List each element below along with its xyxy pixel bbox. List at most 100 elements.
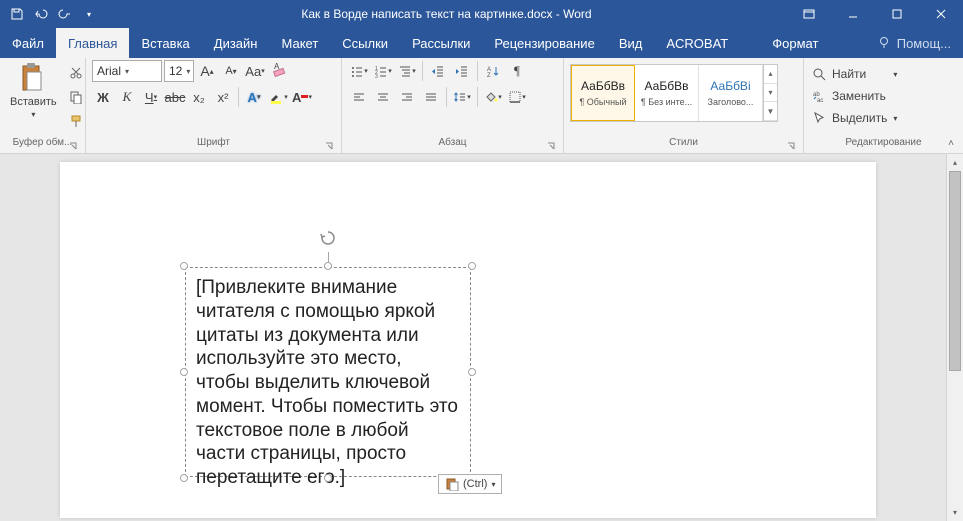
paragraph-dialog-launcher[interactable]: [545, 141, 557, 153]
borders-button[interactable]: ▾: [506, 86, 528, 108]
bold-button[interactable]: Ж: [92, 86, 114, 108]
scroll-track[interactable]: [947, 171, 963, 504]
resize-handle-bm[interactable]: [324, 474, 332, 482]
style-heading1[interactable]: АаБбВі Заголово...: [699, 65, 763, 121]
brush-icon: [69, 114, 83, 128]
styles-scroll-down[interactable]: ▾: [764, 84, 777, 103]
styles-dialog-launcher[interactable]: [785, 141, 797, 153]
tab-home[interactable]: Главная: [56, 28, 129, 58]
ribbon-display-button[interactable]: [787, 0, 831, 28]
font-name-combo[interactable]: Arial▾: [92, 60, 162, 82]
replace-button[interactable]: abac Заменить: [810, 86, 899, 106]
tab-insert[interactable]: Вставка: [129, 28, 201, 58]
align-center-button[interactable]: [372, 86, 394, 108]
resize-handle-mr[interactable]: [468, 368, 476, 376]
font-dialog-launcher[interactable]: [323, 141, 335, 153]
group-clipboard: Вставить ▾ Буфер обм...: [0, 58, 86, 153]
ribbon-tabs: Файл Главная Вставка Дизайн Макет Ссылки…: [0, 28, 963, 58]
tab-mailings[interactable]: Рассылки: [400, 28, 482, 58]
styles-label: Стили: [669, 137, 698, 148]
grow-font-button[interactable]: A▴: [196, 60, 218, 82]
group-editing: Найти▾ abac Заменить Выделить▾ Редактиро…: [804, 58, 963, 153]
tab-references[interactable]: Ссылки: [330, 28, 400, 58]
clipboard-label: Буфер обм...: [13, 137, 73, 148]
tab-layout[interactable]: Макет: [269, 28, 330, 58]
svg-text:3: 3: [375, 74, 378, 78]
underline-button[interactable]: Ч▾: [140, 86, 162, 108]
text-box[interactable]: [Привлеките внимание читателя с помощью …: [185, 267, 471, 477]
tab-format[interactable]: Формат: [760, 28, 830, 58]
font-size-combo[interactable]: 12▾: [164, 60, 194, 82]
text-box-content[interactable]: [Привлеките внимание читателя с помощью …: [185, 267, 471, 477]
text-effects-button[interactable]: A▾: [243, 86, 265, 108]
multilevel-button[interactable]: ▾: [396, 60, 418, 82]
svg-text:Z: Z: [487, 73, 491, 78]
replace-icon: abac: [812, 89, 826, 103]
style-normal[interactable]: АаБбВв ¶ Обычный: [571, 65, 635, 121]
page[interactable]: [Привлеките внимание читателя с помощью …: [60, 162, 876, 518]
resize-handle-tr[interactable]: [468, 262, 476, 270]
styles-scroll-up[interactable]: ▴: [764, 65, 777, 84]
tab-file[interactable]: Файл: [0, 28, 56, 58]
close-button[interactable]: [919, 0, 963, 28]
outdent-icon: [431, 64, 445, 78]
show-hide-button[interactable]: ¶: [506, 60, 528, 82]
font-color-button[interactable]: A▾: [291, 86, 313, 108]
resize-handle-tl[interactable]: [180, 262, 188, 270]
tab-review[interactable]: Рецензирование: [482, 28, 606, 58]
font-label: Шрифт: [197, 137, 230, 148]
align-left-button[interactable]: [348, 86, 370, 108]
sort-button[interactable]: AZ: [482, 60, 504, 82]
tell-me[interactable]: Помощ...: [865, 28, 963, 58]
scroll-up-button[interactable]: ▴: [947, 154, 963, 171]
strike-button[interactable]: abc: [164, 86, 186, 108]
decrease-indent-button[interactable]: [427, 60, 449, 82]
increase-indent-button[interactable]: [451, 60, 473, 82]
paste-options-button[interactable]: (Ctrl) ▾: [438, 474, 502, 494]
highlight-button[interactable]: ▾: [267, 86, 289, 108]
numbering-button[interactable]: 123▾: [372, 60, 394, 82]
resize-handle-tm[interactable]: [324, 262, 332, 270]
shading-button[interactable]: ▾: [482, 86, 504, 108]
indent-icon: [455, 64, 469, 78]
italic-button[interactable]: К: [116, 86, 138, 108]
paste-button[interactable]: Вставить ▾: [6, 60, 61, 121]
justify-button[interactable]: [420, 86, 442, 108]
shrink-font-button[interactable]: A▾: [220, 60, 242, 82]
scroll-thumb[interactable]: [949, 171, 961, 371]
tab-view[interactable]: Вид: [607, 28, 655, 58]
paragraph-label: Абзац: [438, 137, 466, 148]
redo-button[interactable]: [54, 3, 76, 25]
tab-design[interactable]: Дизайн: [202, 28, 270, 58]
resize-handle-bl[interactable]: [180, 474, 188, 482]
maximize-button[interactable]: [875, 0, 919, 28]
resize-handle-ml[interactable]: [180, 368, 188, 376]
copy-icon: [69, 90, 83, 104]
vertical-scrollbar[interactable]: ▴ ▾: [946, 154, 963, 521]
clear-formatting-button[interactable]: A: [268, 60, 290, 82]
clipboard-dialog-launcher[interactable]: [67, 141, 79, 153]
align-right-button[interactable]: [396, 86, 418, 108]
subscript-button[interactable]: x₂: [188, 86, 210, 108]
paste-options-icon: [445, 477, 459, 491]
quick-access-toolbar: ▾: [0, 3, 106, 25]
scroll-down-button[interactable]: ▾: [947, 504, 963, 521]
bullets-button[interactable]: ▾: [348, 60, 370, 82]
undo-button[interactable]: [30, 3, 52, 25]
minimize-button[interactable]: [831, 0, 875, 28]
cut-button[interactable]: [65, 62, 87, 84]
tab-acrobat[interactable]: ACROBAT: [654, 28, 740, 58]
find-button[interactable]: Найти▾: [810, 64, 899, 84]
styles-expand[interactable]: ▼: [764, 102, 777, 121]
copy-button[interactable]: [65, 86, 87, 108]
qat-customize-button[interactable]: ▾: [78, 3, 100, 25]
format-painter-button[interactable]: [65, 110, 87, 132]
select-button[interactable]: Выделить▾: [810, 108, 899, 128]
style-no-spacing[interactable]: АаБбВв ¶ Без инте...: [635, 65, 699, 121]
line-spacing-button[interactable]: ▾: [451, 86, 473, 108]
collapse-ribbon-button[interactable]: ˄: [943, 135, 959, 151]
superscript-button[interactable]: x²: [212, 86, 234, 108]
change-case-button[interactable]: Aa▾: [244, 60, 266, 82]
save-button[interactable]: [6, 3, 28, 25]
rotate-icon: [319, 229, 337, 247]
